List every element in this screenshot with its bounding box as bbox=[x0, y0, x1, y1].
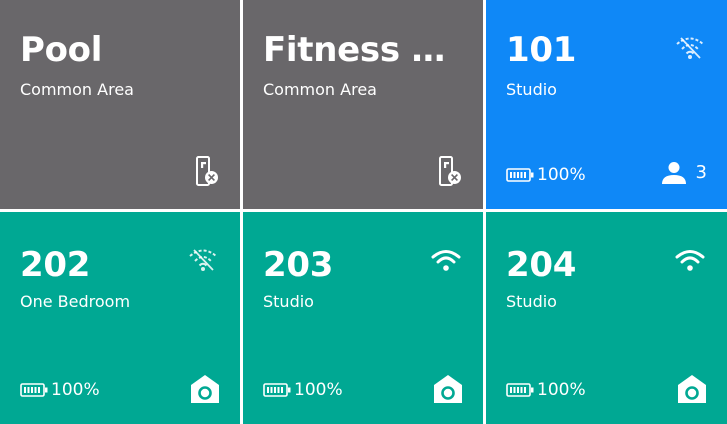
wifi-icon bbox=[431, 250, 461, 271]
battery-icon bbox=[20, 383, 48, 397]
home-hub-icon bbox=[191, 375, 219, 403]
battery-status: 100% bbox=[20, 380, 100, 400]
battery-status: 100% bbox=[506, 165, 586, 185]
tile-unit-203[interactable]: 203 Studio 100% bbox=[243, 212, 483, 424]
tile-subtitle: Studio bbox=[506, 80, 557, 99]
tile-subtitle: Common Area bbox=[263, 80, 377, 99]
wifi-off-icon bbox=[676, 37, 704, 59]
tile-title: Fitness Ce... bbox=[263, 30, 463, 70]
unit-tile-grid: Pool Common Area Fitness Ce... Common Ar… bbox=[0, 0, 727, 424]
smart-lock-icon bbox=[196, 156, 218, 186]
battery-status: 100% bbox=[506, 380, 586, 400]
battery-level: 100% bbox=[537, 380, 586, 400]
wifi-icon bbox=[675, 250, 705, 271]
battery-icon bbox=[506, 168, 534, 182]
occupant-count: 3 bbox=[660, 161, 707, 185]
tile-subtitle: Common Area bbox=[20, 80, 134, 99]
tile-subtitle: Studio bbox=[263, 292, 314, 311]
tile-title: 101 bbox=[506, 30, 577, 70]
tile-subtitle: One Bedroom bbox=[20, 292, 131, 311]
tile-pool[interactable]: Pool Common Area bbox=[0, 0, 240, 209]
tile-unit-101[interactable]: 101 Studio 100% 3 bbox=[486, 0, 727, 209]
wifi-off-icon bbox=[189, 249, 217, 271]
tile-unit-202[interactable]: 202 One Bedroom 100% bbox=[0, 212, 240, 424]
tile-unit-204[interactable]: 204 Studio 100% bbox=[486, 212, 727, 424]
tile-fitness-center[interactable]: Fitness Ce... Common Area bbox=[243, 0, 483, 209]
battery-icon bbox=[263, 383, 291, 397]
battery-level: 100% bbox=[294, 380, 343, 400]
battery-icon bbox=[506, 383, 534, 397]
battery-level: 100% bbox=[537, 165, 586, 185]
battery-status: 100% bbox=[263, 380, 343, 400]
battery-level: 100% bbox=[51, 380, 100, 400]
home-hub-icon bbox=[434, 375, 462, 403]
occupant-number: 3 bbox=[695, 162, 707, 183]
tile-title: Pool bbox=[20, 30, 103, 70]
tile-subtitle: Studio bbox=[506, 292, 557, 311]
smart-lock-icon bbox=[439, 156, 461, 186]
tile-title: 204 bbox=[506, 245, 577, 285]
home-hub-icon bbox=[678, 375, 706, 403]
person-icon bbox=[661, 162, 686, 184]
tile-title: 202 bbox=[20, 245, 91, 285]
tile-title: 203 bbox=[263, 245, 334, 285]
